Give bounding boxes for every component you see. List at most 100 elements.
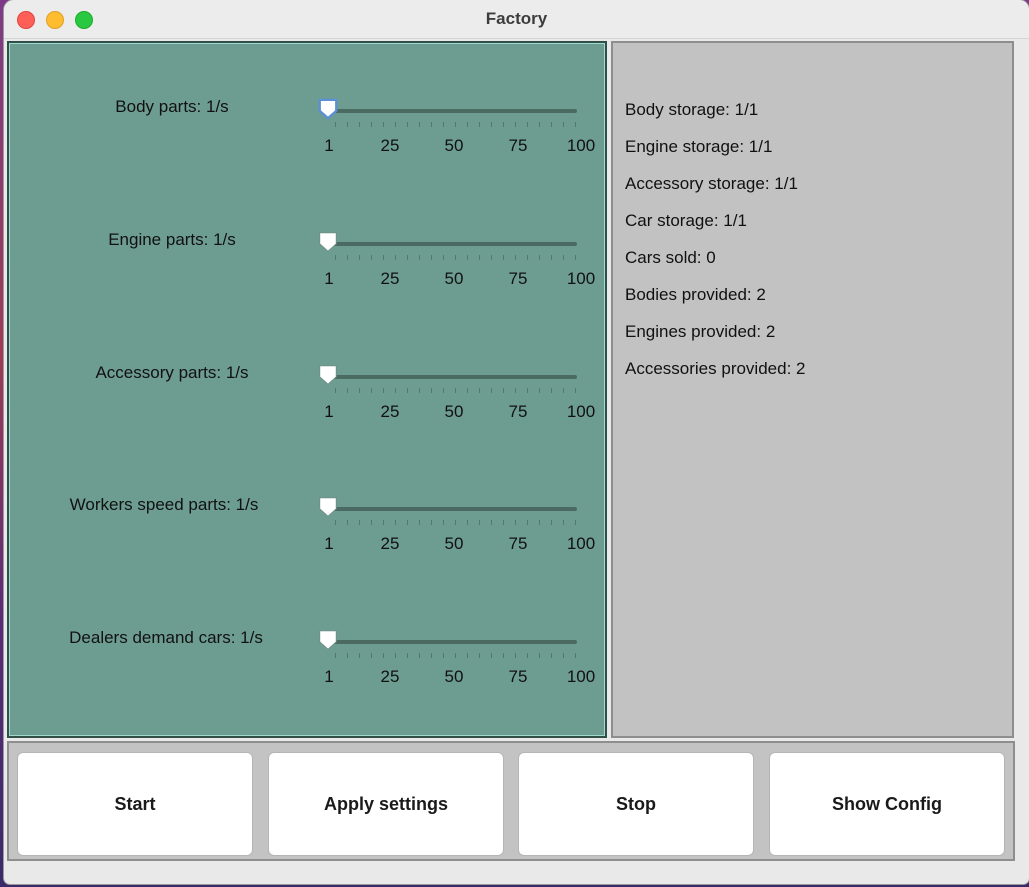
slider-tick (431, 388, 432, 393)
slider-tick-label: 25 (380, 269, 400, 288)
slider-tick (491, 388, 492, 393)
slider-tick-label: 1 (324, 534, 334, 553)
slider-tick (431, 520, 432, 525)
slider-tick (563, 388, 564, 393)
rate-slider[interactable]: 1 25 50 75 100 (317, 232, 599, 302)
slider-track[interactable] (321, 640, 577, 644)
rate-slider[interactable]: 1 25 50 75 100 (317, 97, 599, 169)
slider-tick (455, 653, 456, 658)
slider-tick-label: 75 (508, 136, 528, 155)
slider-track[interactable] (321, 507, 577, 511)
slider-tick (383, 520, 384, 525)
slider-tick-label: 50 (444, 667, 464, 686)
slider-row: Engine parts: 1/s 1 25 50 75 100 (9, 230, 605, 332)
stop-button[interactable]: Stop (518, 752, 754, 856)
slider-tick (515, 255, 516, 260)
slider-tick (527, 388, 528, 393)
slider-tick (395, 653, 396, 658)
slider-tick (335, 122, 336, 127)
slider-tick (443, 520, 444, 525)
stat-line: Body storage: 1/1 (625, 100, 759, 119)
slider-tick (467, 122, 468, 127)
window-title: Factory (485, 9, 548, 28)
slider-label: Engine parts: 1/s (108, 230, 236, 249)
slider-tick (467, 653, 468, 658)
slider-tick-label: 50 (444, 402, 464, 421)
start-button[interactable]: Start (17, 752, 253, 856)
slider-tick-label: 75 (508, 402, 528, 421)
slider-tick (539, 122, 540, 127)
slider-thumb[interactable] (317, 363, 339, 387)
stats-panel: Body storage: 1/1 Engine storage: 1/1 Acce… (611, 41, 1014, 738)
slider-tick (479, 255, 480, 260)
slider-tick (419, 255, 420, 260)
slider-ticks (321, 255, 577, 261)
slider-thumb[interactable] (317, 230, 339, 254)
slider-ticks (321, 388, 577, 394)
slider-tick (419, 122, 420, 127)
rate-slider[interactable]: 1 25 50 75 100 (317, 497, 599, 567)
slider-label: Body parts: 1/s (115, 97, 229, 116)
slider-tick (455, 388, 456, 393)
slider-tick (491, 520, 492, 525)
slider-tick-label: 100 (566, 534, 596, 553)
slider-tick (551, 122, 552, 127)
slider-tick (551, 388, 552, 393)
slider-tick (515, 653, 516, 658)
slider-tick (551, 653, 552, 658)
slider-label: Accessory parts: 1/s (95, 363, 249, 382)
slider-tick (575, 520, 576, 525)
slider-tick (539, 255, 540, 260)
slider-tick (383, 653, 384, 658)
slider-tick (575, 255, 576, 260)
factory-window: Factory Body parts: 1/s 1 25 50 75 100 Engine … (4, 0, 1029, 884)
slider-tick (371, 388, 372, 393)
slider-tick (407, 122, 408, 127)
slider-tick (335, 653, 336, 658)
slider-tick-label: 75 (508, 269, 528, 288)
slider-tick-label: 75 (508, 667, 528, 686)
slider-tick-label: 1 (324, 667, 334, 686)
slider-tick (539, 388, 540, 393)
slider-tick (551, 255, 552, 260)
stat-line: Accessory storage: 1/1 (625, 174, 798, 193)
slider-tick (455, 122, 456, 127)
slider-tick (347, 122, 348, 127)
slider-ticks (321, 653, 577, 659)
rate-slider[interactable]: 1 25 50 75 100 (317, 365, 599, 435)
slider-tick (563, 653, 564, 658)
slider-tick (563, 255, 564, 260)
slider-thumb[interactable] (317, 628, 339, 652)
slider-tick (431, 122, 432, 127)
slider-track[interactable] (321, 242, 577, 246)
slider-tick (359, 255, 360, 260)
show-config-button[interactable]: Show Config (769, 752, 1005, 856)
slider-tick (359, 520, 360, 525)
slider-track[interactable] (321, 375, 577, 379)
slider-tick (359, 653, 360, 658)
stat-line: Accessories provided: 2 (625, 359, 806, 378)
slider-tick (479, 122, 480, 127)
slider-tick (347, 255, 348, 260)
slider-tick-label: 1 (324, 269, 334, 288)
slider-tick (419, 388, 420, 393)
slider-tick (443, 255, 444, 260)
slider-thumb[interactable] (317, 97, 339, 121)
apply-settings-button[interactable]: Apply settings (268, 752, 504, 856)
slider-row: Dealers demand cars: 1/s 1 25 50 75 100 (9, 628, 605, 730)
rate-slider[interactable]: 1 25 50 75 100 (317, 630, 599, 700)
slider-tick (407, 255, 408, 260)
slider-tick (443, 653, 444, 658)
slider-tick (575, 388, 576, 393)
slider-tick (503, 122, 504, 127)
slider-tick (527, 255, 528, 260)
slider-tick (383, 122, 384, 127)
slider-tick (491, 653, 492, 658)
slider-thumb[interactable] (317, 495, 339, 519)
slider-track[interactable] (321, 109, 577, 113)
slider-tick (383, 255, 384, 260)
slider-tick (371, 122, 372, 127)
slider-tick (491, 122, 492, 127)
slider-tick (575, 653, 576, 658)
stat-line: Bodies provided: 2 (625, 285, 766, 304)
